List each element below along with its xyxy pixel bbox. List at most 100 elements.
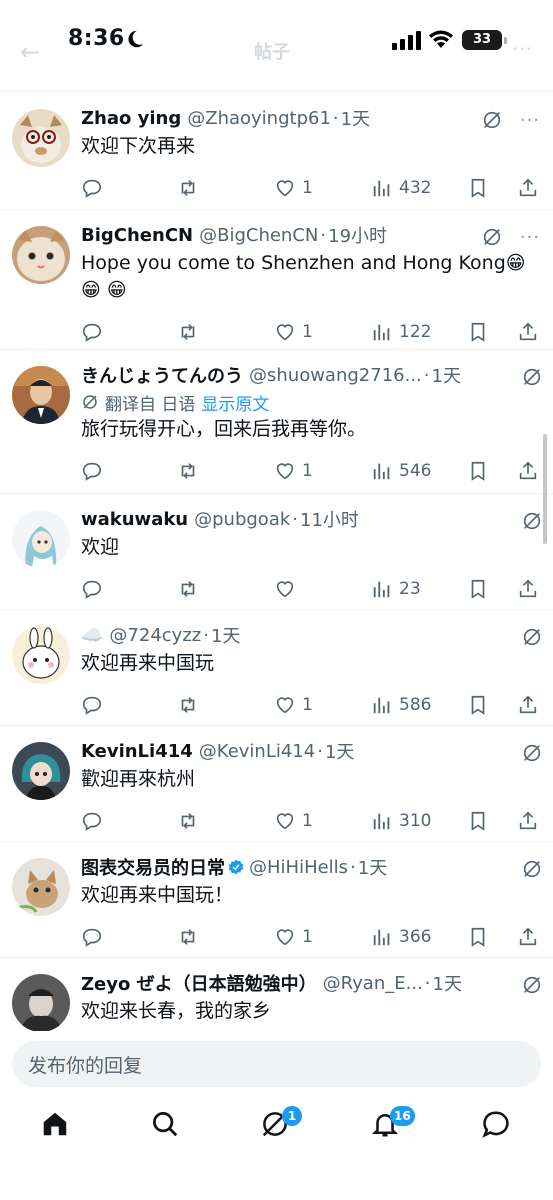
avatar[interactable] — [12, 974, 70, 1031]
reply-button[interactable] — [81, 321, 103, 343]
author-name[interactable]: KevinLi414 — [81, 741, 193, 762]
grok-icon[interactable] — [481, 226, 503, 248]
like-button[interactable] — [274, 578, 302, 600]
grok-icon[interactable] — [521, 626, 543, 648]
more-options-icon[interactable]: ··· — [517, 227, 543, 248]
grok-icon[interactable] — [521, 366, 543, 388]
bookmark-button[interactable] — [467, 460, 489, 482]
show-original-link[interactable]: 显示原文 — [201, 390, 269, 415]
nav-search[interactable] — [150, 1109, 182, 1141]
reply-button[interactable] — [81, 460, 103, 482]
views-button[interactable]: 122 — [371, 321, 431, 343]
reply-item[interactable]: KevinLi414 @KevinLi414 · 1天 歡迎再來杭州 1 310 — [0, 726, 553, 842]
like-button[interactable]: 1 — [274, 926, 313, 948]
author-name[interactable]: Zhao ying — [81, 108, 181, 129]
post-time[interactable]: 1天 — [432, 362, 461, 388]
views-button[interactable]: 366 — [371, 926, 431, 948]
avatar[interactable] — [12, 858, 70, 916]
more-options-icon[interactable]: ··· — [517, 110, 543, 131]
author-handle[interactable]: @Zhaoyingtp61 — [187, 108, 331, 129]
grok-icon[interactable] — [521, 742, 543, 764]
reply-feed[interactable]: Zhao ying @Zhaoyingtp61 · 1天 欢迎下次再来 1 43… — [0, 93, 553, 1031]
share-button[interactable] — [517, 694, 539, 716]
share-button[interactable] — [517, 177, 539, 199]
repost-button[interactable] — [177, 578, 199, 600]
reply-item[interactable]: Zeyo ぜよ（日本語勉強中） @Ryan_E... · 1天 欢迎来长春，我的… — [0, 958, 553, 1031]
reply-item[interactable]: ☁️ @724cyzz · 1天 欢迎再来中国玩 1 586 — [0, 610, 553, 726]
bookmark-button[interactable] — [467, 694, 489, 716]
avatar[interactable] — [12, 742, 70, 800]
reply-item[interactable]: wakuwaku @pubgoak · 11小时 欢迎 23 — [0, 494, 553, 610]
nav-messages[interactable] — [481, 1109, 513, 1141]
repost-button[interactable] — [177, 460, 199, 482]
avatar[interactable] — [12, 109, 70, 167]
grok-icon[interactable] — [521, 974, 543, 996]
reply-button[interactable] — [81, 177, 103, 199]
share-button[interactable] — [517, 926, 539, 948]
author-handle[interactable]: @Ryan_E... — [323, 973, 423, 994]
author-handle[interactable]: @pubgoak — [194, 509, 290, 530]
views-button[interactable]: 432 — [371, 177, 431, 199]
reply-item[interactable]: BigChenCN @BigChenCN · 19小时 Hope you com… — [0, 210, 553, 350]
post-time[interactable]: 1天 — [211, 622, 240, 648]
repost-button[interactable] — [177, 694, 199, 716]
repost-button[interactable] — [177, 177, 199, 199]
post-time[interactable]: 1天 — [325, 738, 354, 764]
post-time[interactable]: 19小时 — [328, 222, 387, 248]
like-button[interactable]: 1 — [274, 810, 313, 832]
reply-item[interactable]: 图表交易员的日常 @HiHiHells · 1天 欢迎再来中国玩！ 1 366 — [0, 842, 553, 958]
post-time[interactable]: 1天 — [358, 854, 387, 880]
more-icon[interactable]: ⋯ — [512, 36, 532, 60]
share-button[interactable] — [517, 460, 539, 482]
reply-input[interactable]: 发布你的回复 — [12, 1041, 541, 1087]
views-button[interactable]: 310 — [371, 810, 431, 832]
author-name[interactable]: 图表交易员的日常 — [81, 854, 225, 880]
post-time[interactable]: 11小时 — [300, 506, 359, 532]
avatar[interactable] — [12, 226, 70, 284]
reply-item[interactable]: Zhao ying @Zhaoyingtp61 · 1天 欢迎下次再来 1 43… — [0, 93, 553, 210]
views-button[interactable]: 23 — [371, 578, 421, 600]
like-button[interactable]: 1 — [274, 460, 313, 482]
scrollbar[interactable] — [543, 434, 547, 544]
views-button[interactable]: 546 — [371, 460, 431, 482]
back-arrow-icon[interactable]: ← — [20, 38, 40, 66]
like-button[interactable]: 1 — [274, 694, 313, 716]
reply-button[interactable] — [81, 578, 103, 600]
avatar[interactable] — [12, 366, 70, 424]
author-name[interactable]: BigChenCN — [81, 225, 193, 246]
bookmark-button[interactable] — [467, 321, 489, 343]
like-button[interactable]: 1 — [274, 177, 313, 199]
author-handle[interactable]: @BigChenCN — [199, 225, 318, 246]
reply-button[interactable] — [81, 694, 103, 716]
bookmark-button[interactable] — [467, 926, 489, 948]
avatar[interactable] — [12, 626, 70, 684]
repost-button[interactable] — [177, 926, 199, 948]
repost-button[interactable] — [177, 321, 199, 343]
share-button[interactable] — [517, 578, 539, 600]
avatar[interactable] — [12, 510, 70, 568]
grok-icon[interactable] — [521, 858, 543, 880]
author-handle[interactable]: @724cyzz — [109, 625, 201, 646]
grok-icon[interactable] — [521, 510, 543, 532]
author-name[interactable]: ☁️ — [81, 625, 103, 646]
author-name[interactable]: wakuwaku — [81, 509, 188, 530]
reply-item[interactable]: きんじょうてんのう @shuowang2716... · 1天 翻译自 日语 显… — [0, 350, 553, 494]
share-button[interactable] — [517, 810, 539, 832]
author-name[interactable]: きんじょうてんのう — [81, 362, 243, 388]
author-handle[interactable]: @HiHiHells — [249, 857, 348, 878]
author-name[interactable]: Zeyo ぜよ（日本語勉強中） — [81, 970, 317, 996]
post-time[interactable]: 1天 — [341, 105, 370, 131]
share-button[interactable] — [517, 321, 539, 343]
views-button[interactable]: 586 — [371, 694, 431, 716]
author-handle[interactable]: @KevinLi414 — [199, 741, 315, 762]
author-handle[interactable]: @shuowang2716... — [249, 365, 422, 386]
bookmark-button[interactable] — [467, 578, 489, 600]
grok-icon[interactable] — [481, 109, 503, 131]
bookmark-button[interactable] — [467, 177, 489, 199]
nav-home[interactable] — [40, 1109, 72, 1141]
reply-button[interactable] — [81, 926, 103, 948]
post-time[interactable]: 1天 — [433, 970, 462, 996]
bookmark-button[interactable] — [467, 810, 489, 832]
repost-button[interactable] — [177, 810, 199, 832]
reply-button[interactable] — [81, 810, 103, 832]
